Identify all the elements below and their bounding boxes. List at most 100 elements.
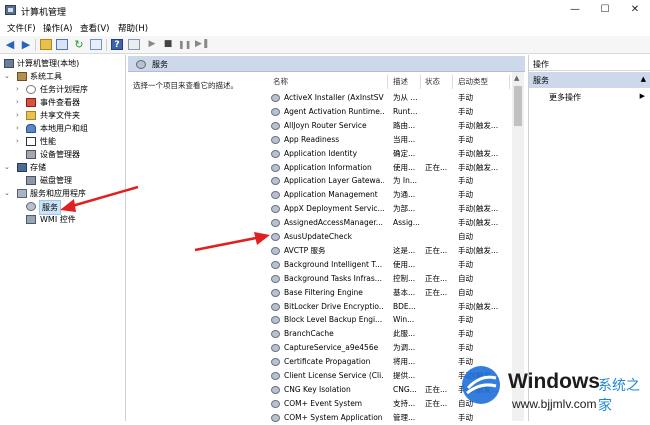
table-row[interactable]: AssignedAccessManager... Assig... 手动(触发...… [267, 216, 525, 230]
chevron-down-icon[interactable]: ⌄ [4, 187, 10, 200]
service-startup: 手动 [458, 134, 473, 144]
menu-help[interactable]: 帮助(H) [118, 22, 148, 34]
close-button[interactable]: ✕ [620, 0, 650, 20]
service-desc: 当用... [393, 134, 416, 144]
service-startup: 手动(触发... [458, 162, 499, 172]
column-separator[interactable] [509, 75, 510, 89]
chevron-right-icon[interactable]: › [16, 135, 19, 148]
table-row[interactable]: BitLocker Drive Encryptio... BDE... 手动(触发.… [267, 300, 525, 314]
computer-icon [4, 59, 14, 68]
back-arrow-icon[interactable]: ◀ [4, 39, 16, 50]
chevron-right-icon[interactable]: › [16, 96, 19, 109]
service-name: COM+ Event System [284, 398, 363, 408]
table-row[interactable]: AsusUpdateCheck自动本 [267, 230, 525, 244]
scroll-up-icon[interactable]: ▲ [514, 74, 519, 82]
service-desc: 管理... [393, 412, 416, 422]
table-row[interactable]: Background Intelligent T...使用...手动本 [267, 258, 525, 272]
menu-view[interactable]: 查看(V) [80, 22, 109, 34]
service-startup: 手动 [458, 259, 473, 269]
table-row[interactable]: Base Filtering Engine基本...正在...自动本 [267, 286, 525, 300]
column-header-desc[interactable]: 描述 [393, 76, 408, 87]
table-row[interactable]: AllJoyn Router Service路由...手动(触发...本 [267, 119, 525, 133]
chevron-right-icon[interactable]: › [16, 83, 19, 96]
tree-label: 系统工具 [30, 72, 62, 81]
collapse-caret-icon[interactable]: ▲ [641, 75, 646, 83]
watermark-cn: 系统之家 [598, 378, 640, 414]
properties-icon[interactable] [128, 39, 140, 50]
restart-service-icon[interactable]: ▶❚ [195, 39, 209, 50]
show-hide-tree-icon[interactable] [56, 39, 68, 50]
service-startup: 手动 [458, 315, 473, 325]
tools-icon [17, 72, 27, 81]
service-status: 正在... [425, 287, 448, 297]
tree-label: 存储 [30, 163, 46, 172]
chevron-right-icon[interactable]: › [16, 109, 19, 122]
performance-icon [26, 137, 36, 146]
gear-icon [271, 288, 280, 297]
chevron-right-icon[interactable]: › [16, 122, 19, 135]
column-header-name[interactable]: 名称 [273, 76, 288, 87]
service-startup: 手动(触发... [458, 120, 499, 130]
service-desc: 使用... [393, 259, 416, 269]
gear-icon [271, 385, 280, 394]
table-row[interactable]: ActiveX Installer (AxInstSV)为从 ...手动本 [267, 91, 525, 105]
more-actions-link[interactable]: 更多操作 [549, 92, 581, 103]
menu-file[interactable]: 文件(F) [7, 22, 36, 34]
service-startup: 自动 [458, 287, 473, 297]
tree-label: 服务和应用程序 [30, 189, 86, 198]
export-list-icon[interactable] [90, 39, 102, 50]
gear-icon [271, 399, 280, 408]
service-startup: 手动(触发... [458, 301, 499, 311]
column-separator[interactable] [452, 75, 453, 89]
table-row[interactable]: Application Layer Gatewa...为 In...手动本 [267, 174, 525, 188]
stop-service-icon[interactable]: ■ [162, 39, 174, 50]
table-row[interactable]: AVCTP 服务这是...正在...手动(触发...本 [267, 244, 525, 258]
chevron-down-icon[interactable]: ⌄ [4, 70, 10, 83]
scroll-thumb[interactable] [514, 86, 522, 126]
chevron-down-icon[interactable]: ⌄ [4, 161, 10, 174]
table-row[interactable]: BranchCache此服...手动网 [267, 327, 525, 341]
start-service-icon[interactable]: ▶ [146, 39, 158, 50]
gear-icon [271, 177, 280, 186]
service-startup: 自动 [458, 232, 473, 241]
service-desc: 控制... [393, 273, 416, 283]
column-header-startup[interactable]: 启动类型 [458, 76, 488, 87]
forward-arrow-icon[interactable]: ▶ [20, 39, 32, 50]
service-desc: Win... [393, 315, 415, 325]
service-name: Certificate Propagation [284, 357, 371, 367]
pause-service-icon[interactable]: ❚❚ [178, 39, 191, 50]
table-row[interactable]: Background Tasks Infras...控制...正在...自动本 [267, 272, 525, 286]
service-name: App Readiness [284, 134, 340, 144]
table-row[interactable]: Application Identity确定...手动(触发...本 [267, 147, 525, 161]
table-row[interactable]: Agent Activation Runtime...Runt...手动本 [267, 105, 525, 119]
service-startup: 手动 [458, 343, 473, 353]
column-separator[interactable] [387, 75, 388, 89]
help-icon[interactable]: ? [111, 39, 123, 50]
table-row[interactable]: AppX Deployment Servic...为部...手动(触发...本 [267, 202, 525, 216]
service-startup: 手动 [458, 93, 473, 102]
service-name: Client License Service (Cli... [284, 371, 384, 380]
disk-icon [26, 176, 36, 185]
service-name: AssignedAccessManager... [284, 218, 383, 228]
gear-icon [271, 358, 280, 367]
table-row[interactable]: Block Level Backup Engi...Win...手动本 [267, 313, 525, 327]
up-folder-icon[interactable] [40, 39, 52, 50]
refresh-icon[interactable]: ↻ [73, 39, 85, 50]
gear-icon [271, 260, 280, 269]
table-row[interactable]: CaptureService_a9e456e为调...手动本 [267, 341, 525, 355]
table-row[interactable]: Application Information 使用... 正在... 手动(触发..… [267, 161, 525, 175]
maximize-button[interactable]: ☐ [590, 0, 620, 20]
chevron-right-icon[interactable]: ▶ [640, 92, 645, 100]
column-separator[interactable] [420, 75, 421, 89]
pane-header: 服务 [128, 56, 525, 72]
service-name: Application Layer Gatewa... [284, 176, 384, 186]
gear-icon [271, 149, 280, 158]
actions-section-services[interactable]: 服务 ▲ [529, 72, 650, 88]
service-name: COM+ System Application [284, 412, 383, 422]
table-row[interactable]: Application Management为通...手动本 [267, 188, 525, 202]
table-row[interactable]: App Readiness当用...手动本 [267, 133, 525, 147]
service-name: Agent Activation Runtime... [284, 106, 384, 116]
column-header-status[interactable]: 状态 [425, 76, 440, 87]
menu-action[interactable]: 操作(A) [43, 22, 72, 34]
minimize-button[interactable]: — [560, 0, 590, 20]
